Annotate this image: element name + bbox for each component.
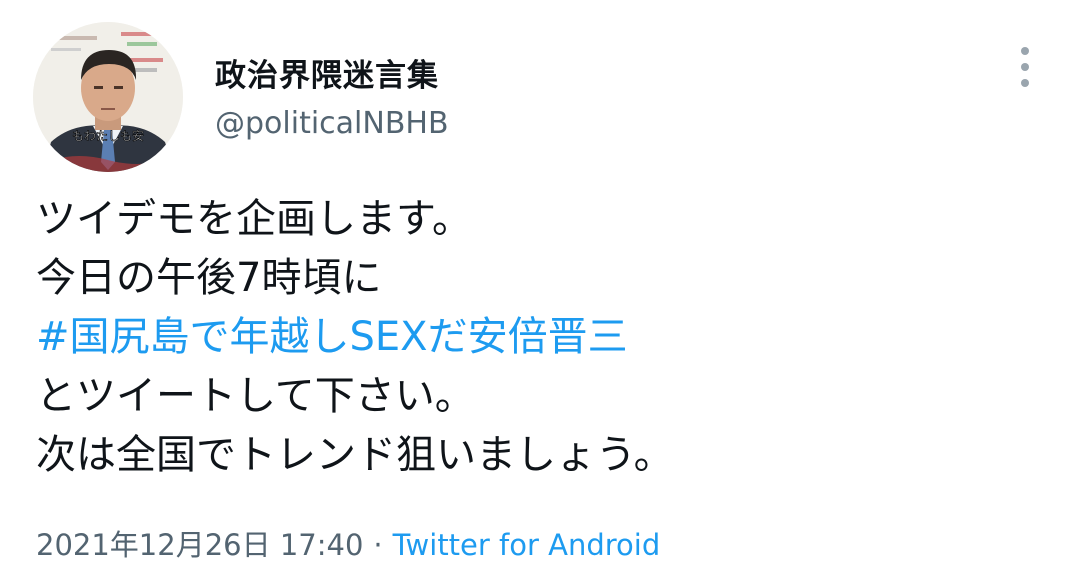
tweet-text: ツイデモを企画します。 今日の午後7時頃に #国尻島で年越しSEXだ安倍晋三 と… (36, 190, 674, 485)
meta-separator: · (373, 528, 383, 562)
tweet-meta: 2021年12月26日 17:40 · Twitter for Android (36, 522, 660, 564)
avatar-caption: もわたしも安 (72, 128, 144, 143)
profile-photo-icon: もわたしも安 (33, 22, 183, 172)
more-options-button[interactable] (1005, 44, 1045, 90)
tweet-line: 次は全国でトレンド狙いましょう。 (36, 432, 674, 478)
avatar[interactable]: もわたしも安 (33, 22, 183, 172)
tweet-timestamp[interactable]: 2021年12月26日 17:40 (36, 528, 363, 562)
tweet-line: ツイデモを企画します。 (36, 196, 472, 242)
more-vertical-icon (1021, 47, 1029, 55)
tweet: もわたしも安 政治界隈迷言集 @politicalNBHB ツイデモを企画します… (0, 0, 1080, 581)
more-vertical-icon-dot (1021, 79, 1029, 87)
hashtag-link[interactable]: #国尻島で年越しSEXだ安倍晋三 (36, 314, 628, 360)
tweet-source-link[interactable]: Twitter for Android (393, 528, 661, 562)
tweet-line: とツイートして下さい。 (36, 373, 475, 419)
user-handle[interactable]: @politicalNBHB (215, 106, 449, 141)
tweet-line: 今日の午後7時頃に (36, 255, 382, 301)
display-name[interactable]: 政治界隈迷言集 (215, 50, 439, 95)
more-vertical-icon-dot (1021, 63, 1029, 71)
